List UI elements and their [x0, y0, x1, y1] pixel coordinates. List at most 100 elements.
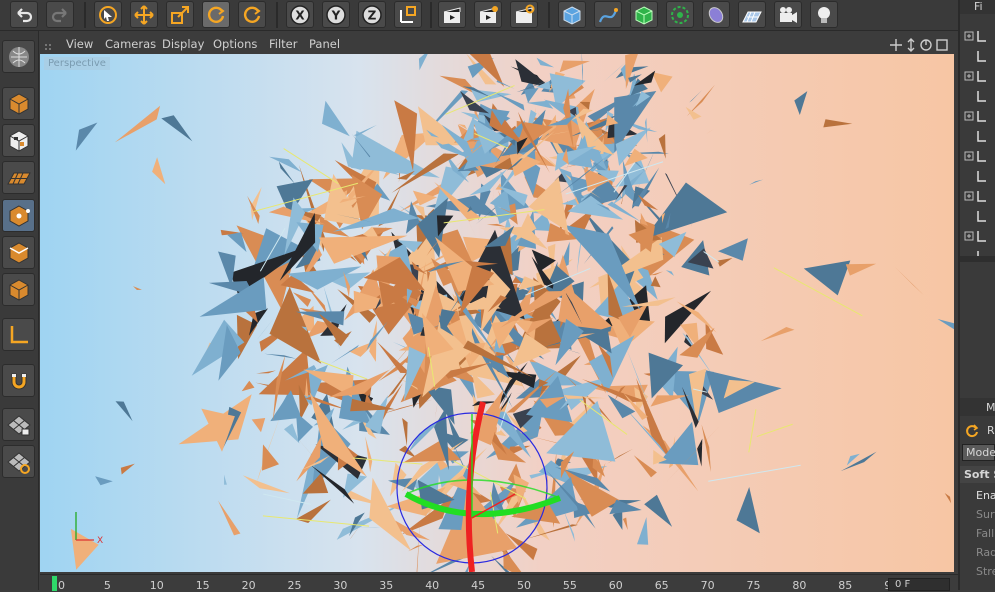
timeline-tick-label: 55 — [563, 579, 577, 592]
object-tree-row[interactable] — [964, 128, 994, 142]
object-tree-row[interactable] — [964, 208, 994, 222]
edit-render-settings-button[interactable] — [510, 1, 538, 28]
x-axis-icon: X — [289, 4, 311, 26]
render-picture-viewer-button[interactable] — [474, 1, 502, 28]
scale-icon — [169, 4, 191, 26]
rotate-tool-button[interactable] — [202, 1, 230, 28]
timeline-ruler[interactable]: 051015202530354045505560657075808590 0 F — [40, 574, 958, 591]
viewport-grip-icon — [44, 38, 54, 48]
current-frame-field[interactable]: 0 F — [888, 578, 950, 591]
add-subdivision-button[interactable] — [630, 1, 658, 28]
render-view-button[interactable] — [438, 1, 466, 28]
edges-mode-button[interactable] — [2, 236, 35, 269]
axis-mode-icon — [6, 322, 32, 348]
cloner-icon — [669, 4, 691, 26]
viewport-camera-label: Perspective — [44, 57, 110, 70]
texture-mode-icon — [6, 128, 32, 154]
y-axis-icon: Y — [325, 4, 347, 26]
move-tool-button[interactable] — [130, 1, 158, 28]
add-light-button[interactable] — [810, 1, 838, 28]
svg-text:X: X — [295, 8, 305, 22]
timeline-tick-label: 80 — [792, 579, 806, 592]
camera-icon — [777, 4, 799, 26]
object-tree-row[interactable] — [964, 68, 994, 82]
points-mode-button[interactable] — [2, 199, 35, 232]
timeline-tick-label: 75 — [747, 579, 761, 592]
main-toolbar: X Y Z — [0, 0, 958, 31]
model-mode-button[interactable] — [2, 87, 35, 120]
select-icon — [97, 4, 119, 26]
add-cube-button[interactable] — [558, 1, 586, 28]
attributes-panel-title: M — [986, 401, 995, 414]
timeline-tick-label: 10 — [150, 579, 164, 592]
object-tree-row[interactable] — [964, 188, 994, 202]
timeline-tick-label: 15 — [196, 579, 210, 592]
timeline-tick-label: 30 — [333, 579, 347, 592]
locked-workplane-button[interactable] — [2, 408, 35, 441]
make-editable-icon — [6, 44, 32, 70]
timeline-tick-label: 20 — [242, 579, 256, 592]
svg-text:X: X — [97, 536, 103, 546]
floor-icon — [741, 4, 763, 26]
enable-field-label[interactable]: Ena — [976, 489, 995, 502]
soft-selection-section[interactable]: Soft Se — [960, 466, 995, 483]
add-camera-button[interactable] — [774, 1, 802, 28]
object-tree-row[interactable] — [964, 228, 994, 242]
object-tree-row[interactable] — [964, 28, 994, 42]
polygons-mode-button[interactable] — [2, 273, 35, 306]
strength-field-label: Stre — [976, 565, 995, 578]
workplane-mode-button[interactable] — [2, 161, 35, 194]
scene-render: X — [40, 54, 954, 572]
snapping-button[interactable] — [2, 364, 35, 397]
object-tree-row[interactable] — [964, 48, 994, 62]
edit-render-settings-icon — [513, 4, 535, 26]
add-spline-button[interactable] — [594, 1, 622, 28]
move-icon — [133, 4, 155, 26]
mode-tab[interactable]: Mode — [962, 444, 995, 461]
menu-display[interactable]: Display — [162, 37, 204, 51]
menu-view[interactable]: View — [66, 37, 93, 51]
object-tree-row[interactable] — [964, 168, 994, 182]
timeline-tick-label: 0 — [58, 579, 65, 592]
undo-button[interactable] — [10, 1, 38, 28]
x-axis-lock-button[interactable]: X — [286, 1, 314, 28]
coordinate-system-button[interactable] — [394, 1, 422, 28]
menu-options[interactable]: Options — [213, 37, 257, 51]
menu-panel[interactable]: Panel — [309, 37, 340, 51]
z-axis-lock-button[interactable]: Z — [358, 1, 386, 28]
add-deformer-button[interactable] — [702, 1, 730, 28]
y-axis-lock-button[interactable]: Y — [322, 1, 350, 28]
menu-filter[interactable]: Filter — [269, 37, 297, 51]
attributes-panel-header: M — [960, 398, 995, 416]
add-floor-button[interactable] — [738, 1, 766, 28]
axis-mode-button[interactable] — [2, 318, 35, 351]
timeline-tick-label: 5 — [104, 579, 111, 592]
scale-tool-button[interactable] — [166, 1, 194, 28]
timeline-tick-label: 60 — [609, 579, 623, 592]
menu-cameras[interactable]: Cameras — [105, 37, 156, 51]
redo-button[interactable] — [46, 1, 74, 28]
object-tree-row[interactable] — [964, 108, 994, 122]
add-cloner-button[interactable] — [666, 1, 694, 28]
timeline-tick-label: 40 — [425, 579, 439, 592]
playhead[interactable] — [52, 576, 57, 591]
viewport-menu-bar: View Cameras Display Options Filter Pane… — [40, 34, 954, 54]
perspective-viewport[interactable]: X Perspective — [40, 54, 954, 572]
texture-mode-button[interactable] — [2, 124, 35, 157]
object-tree-row[interactable] — [964, 148, 994, 162]
svg-text:Y: Y — [331, 8, 341, 22]
polygons-mode-icon — [6, 277, 32, 303]
locked-workplane-icon — [6, 412, 32, 438]
recent-tools-button[interactable] — [238, 1, 266, 28]
timeline-tick-label: 85 — [838, 579, 852, 592]
render-picture-viewer-icon — [477, 4, 499, 26]
objects-panel-header: Fi — [960, 0, 995, 14]
points-mode-icon — [6, 203, 32, 229]
live-selection-button[interactable] — [94, 1, 122, 28]
make-editable-button[interactable] — [2, 40, 35, 73]
workplane-snap-button[interactable] — [2, 445, 35, 478]
object-tree-row[interactable] — [964, 88, 994, 102]
section-title: Soft Se — [964, 468, 995, 481]
mode-refresh-icon[interactable] — [964, 423, 980, 439]
redo-icon — [49, 4, 71, 26]
